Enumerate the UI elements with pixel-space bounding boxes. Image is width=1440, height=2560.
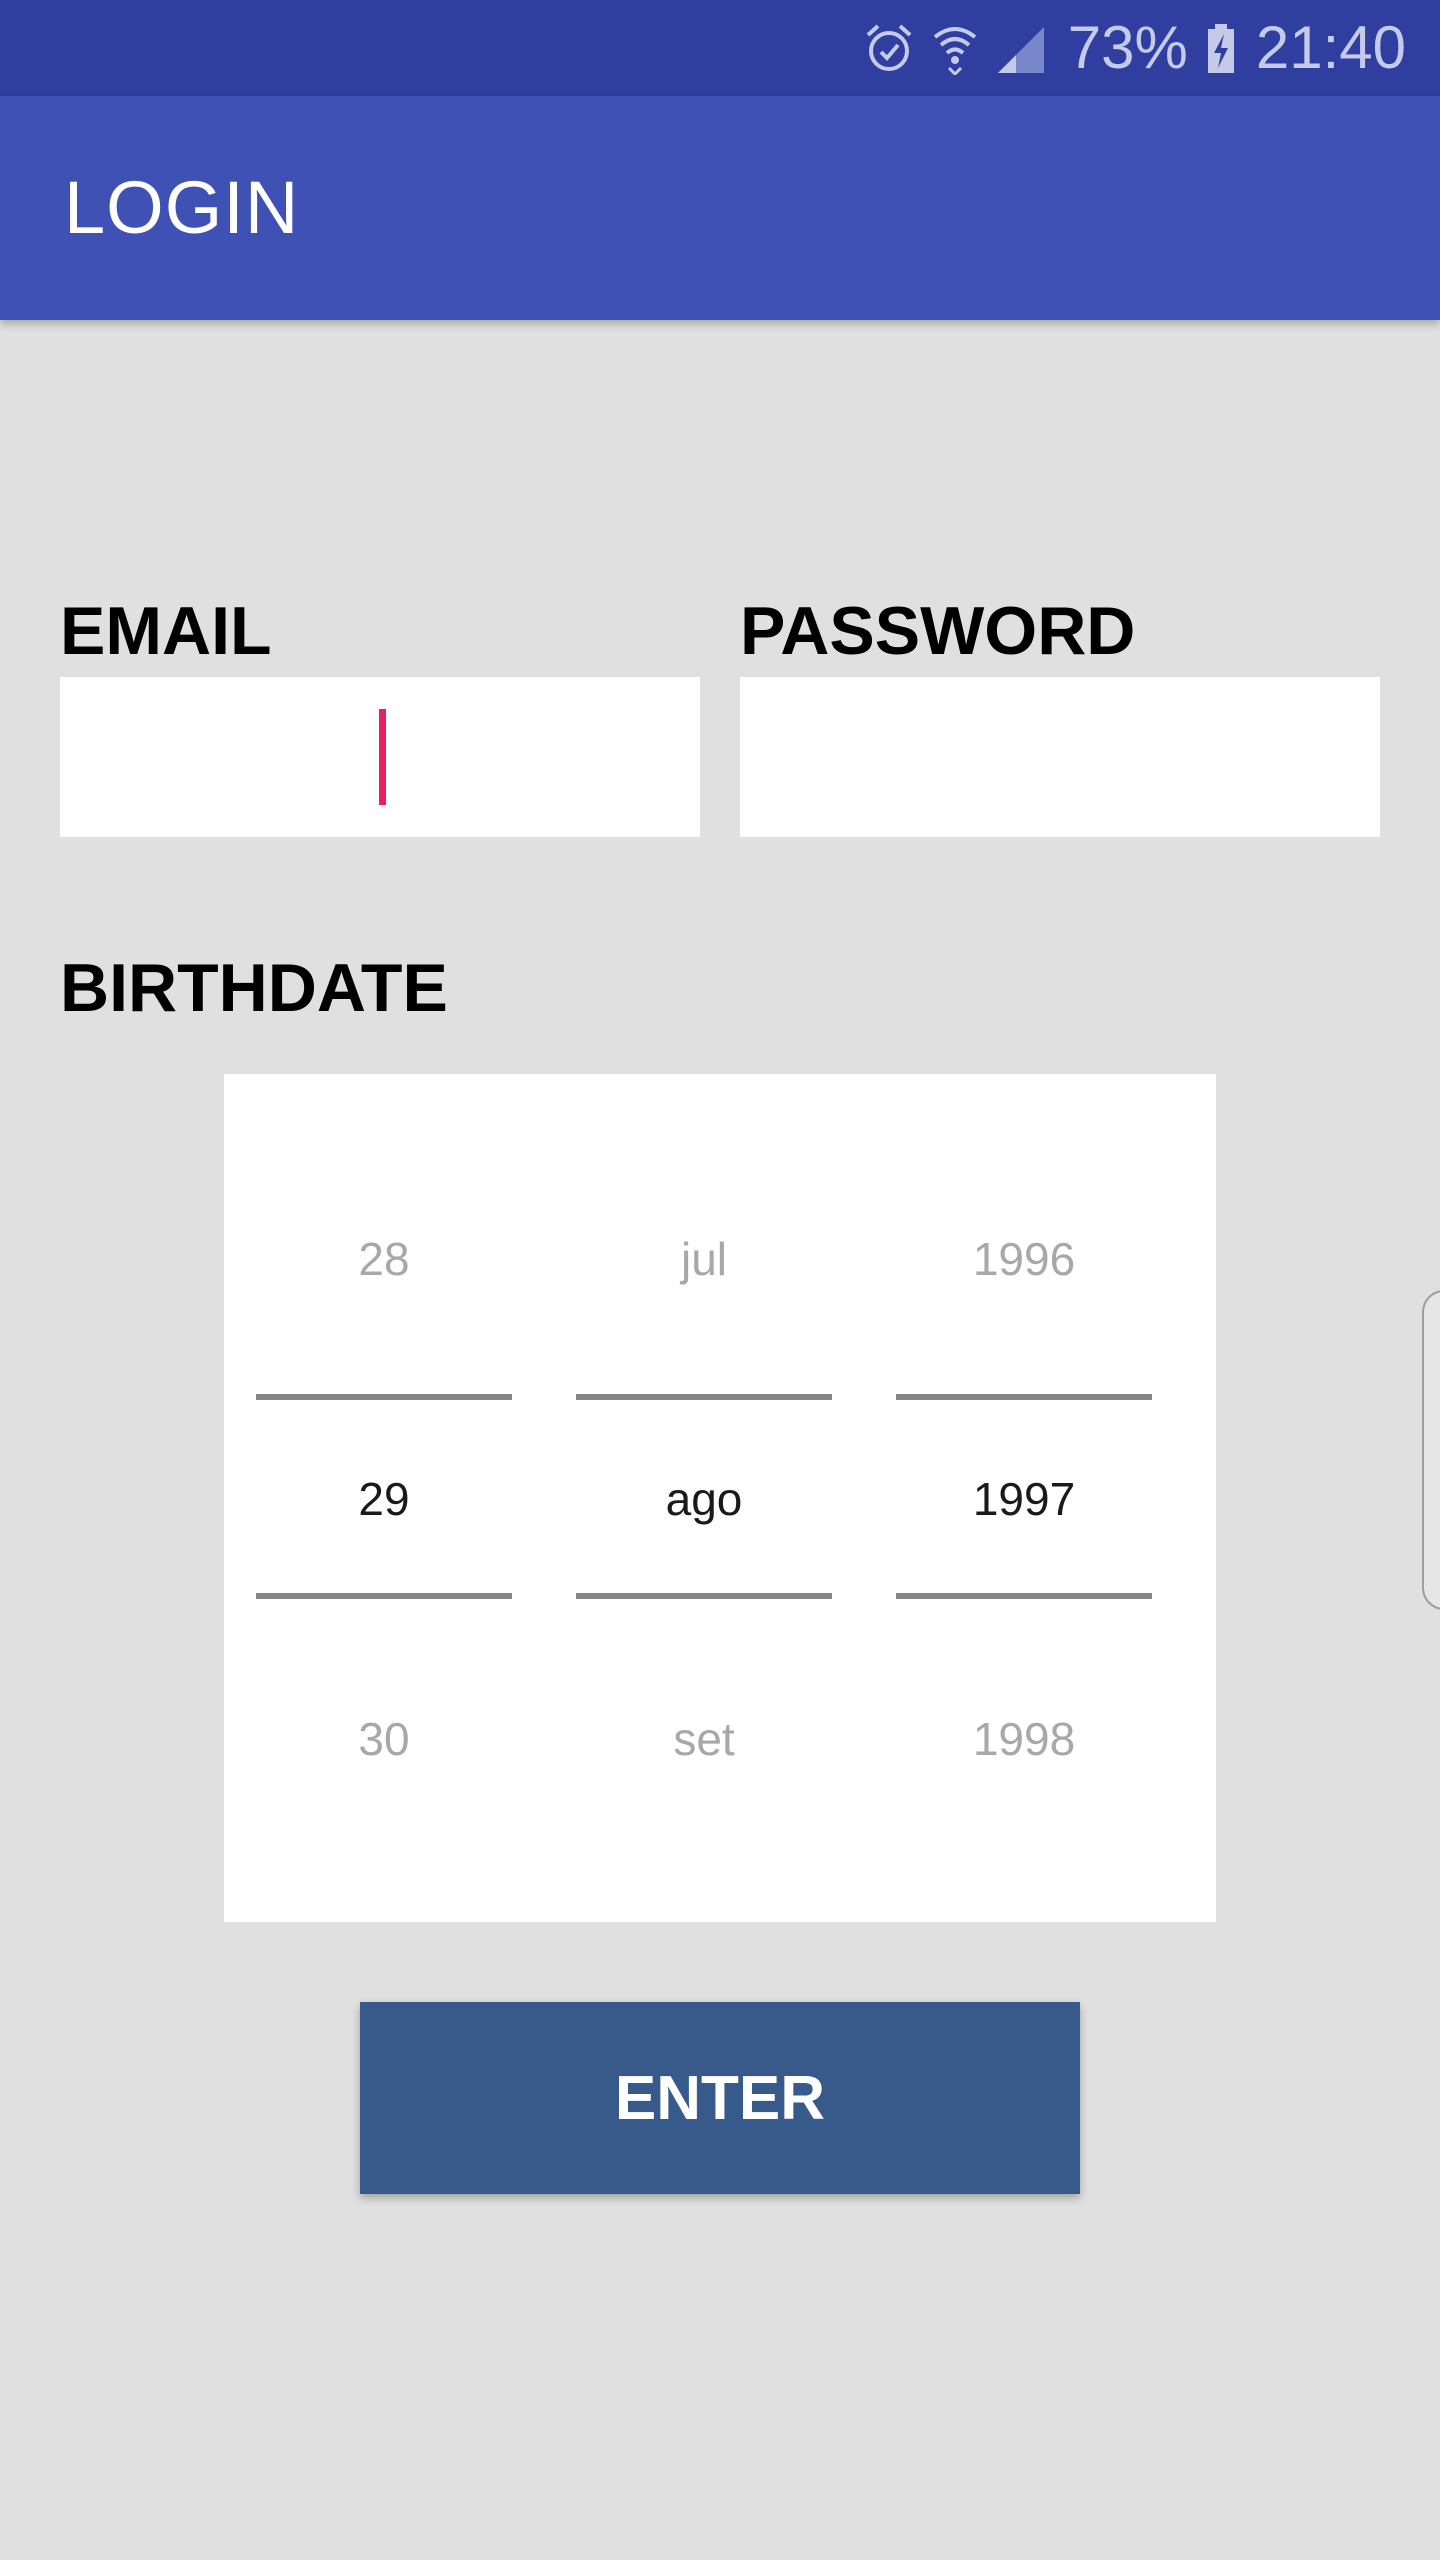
alarm-icon — [864, 21, 914, 75]
status-icons: 73% 21:40 — [864, 0, 1406, 96]
month-prev[interactable]: jul — [576, 1229, 832, 1289]
year-divider-top — [896, 1394, 1152, 1400]
birthdate-label: BIRTHDATE — [60, 950, 448, 1026]
year-selected[interactable]: 1997 — [896, 1469, 1152, 1529]
app-bar: LOGIN — [0, 96, 1440, 320]
status-bar: 73% 21:40 — [0, 0, 1440, 96]
year-divider-bottom — [896, 1593, 1152, 1599]
clock: 21:40 — [1255, 14, 1406, 81]
battery-charging-icon — [1206, 21, 1236, 75]
day-divider-top — [256, 1394, 512, 1400]
month-divider-bottom — [576, 1593, 832, 1599]
year-prev[interactable]: 1996 — [896, 1229, 1152, 1289]
day-divider-bottom — [256, 1593, 512, 1599]
edge-panel-handle[interactable] — [1422, 1290, 1440, 1610]
page-title: LOGIN — [64, 166, 300, 249]
year-next[interactable]: 1998 — [896, 1709, 1152, 1769]
enter-button[interactable]: ENTER — [360, 2002, 1080, 2194]
birthdate-picker: 28 29 30 jul ago set 1996 1997 1998 — [224, 1074, 1216, 1922]
day-selected[interactable]: 29 — [256, 1469, 512, 1529]
password-label: PASSWORD — [740, 593, 1136, 669]
wifi-icon — [932, 21, 978, 75]
battery-percent: 73% — [1067, 14, 1188, 81]
password-field[interactable] — [740, 677, 1380, 837]
day-spinner[interactable]: 28 29 30 — [256, 1074, 512, 1922]
year-spinner[interactable]: 1996 1997 1998 — [896, 1074, 1152, 1922]
day-next[interactable]: 30 — [256, 1709, 512, 1769]
signal-icon — [996, 21, 1046, 75]
month-divider-top — [576, 1394, 832, 1400]
month-spinner[interactable]: jul ago set — [576, 1074, 832, 1922]
day-prev[interactable]: 28 — [256, 1229, 512, 1289]
month-next[interactable]: set — [576, 1709, 832, 1769]
month-selected[interactable]: ago — [576, 1469, 832, 1529]
text-cursor — [379, 709, 386, 805]
email-label: EMAIL — [60, 593, 272, 669]
